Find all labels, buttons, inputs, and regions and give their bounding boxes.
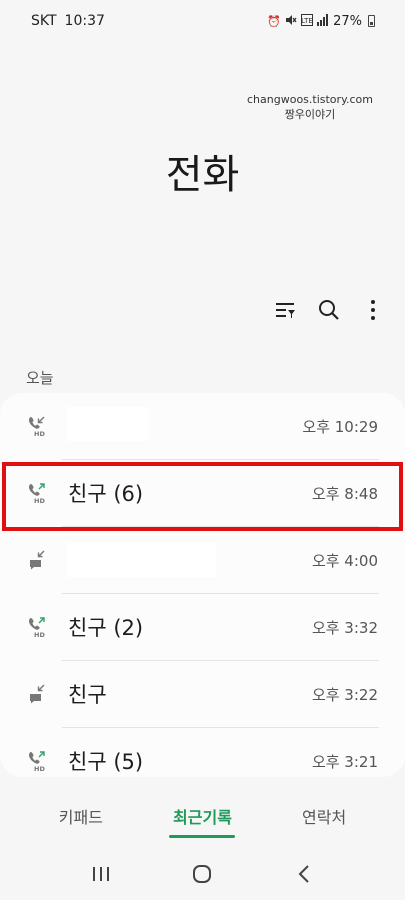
more-icon xyxy=(371,300,375,320)
phone-outgoing-hd-icon: HD xyxy=(28,750,48,773)
battery-icon xyxy=(368,15,375,27)
caller-name: 친구 (5) xyxy=(68,750,144,774)
battery-percent: 27% xyxy=(333,13,362,29)
message-incoming-icon xyxy=(28,683,48,705)
caller-name: 친구 xyxy=(68,683,107,707)
call-time: 오후 3:32 xyxy=(311,618,378,637)
watermark-url: changwoos.tistory.com xyxy=(247,93,373,106)
caller-name: 친구 (2) xyxy=(68,616,144,640)
call-time: 오후 3:21 xyxy=(311,752,378,771)
tab-keypad[interactable]: 키패드 xyxy=(31,792,131,828)
filter-icon xyxy=(276,303,295,318)
call-time: 오후 3:22 xyxy=(311,685,378,704)
call-time: 오후 4:00 xyxy=(311,551,378,570)
call-log-item[interactable]: HD 친구 (5) 오후 3:21 xyxy=(0,728,405,777)
phone-outgoing-hd-icon: HD xyxy=(28,616,48,639)
call-log-item[interactable]: HD 오후 10:29 xyxy=(0,393,405,459)
call-log-item[interactable]: 친구 오후 3:22 xyxy=(0,661,405,727)
carrier-label: SKT xyxy=(31,13,57,29)
call-log-item[interactable]: 오후 4:00 xyxy=(0,527,405,593)
filter-button[interactable] xyxy=(273,292,297,328)
signal-icon xyxy=(317,13,329,29)
watermark: changwoos.tistory.com 짱우이야기 xyxy=(235,92,385,122)
toolbar xyxy=(273,292,385,328)
call-log-list: HD 오후 10:29 HD 친구 (6) 오후 8:48 오후 4:00 HD… xyxy=(0,393,405,777)
tab-recents[interactable]: 최근기록 xyxy=(152,792,252,838)
search-icon xyxy=(319,300,339,320)
call-time: 오후 10:29 xyxy=(302,417,378,436)
home-icon xyxy=(193,865,212,883)
clock: 10:37 xyxy=(64,13,105,29)
recent-apps-icon xyxy=(92,867,109,881)
mute-icon xyxy=(285,14,297,29)
call-log-item[interactable]: HD 친구 (2) 오후 3:32 xyxy=(0,594,405,660)
system-nav-bar xyxy=(0,852,405,896)
svg-text:HD: HD xyxy=(34,430,45,437)
page-title: 전화 xyxy=(165,152,240,198)
highlight-box xyxy=(2,462,403,531)
back-icon xyxy=(298,865,309,883)
section-label-today: 오늘 xyxy=(26,369,54,387)
search-button[interactable] xyxy=(317,292,341,328)
back-button[interactable] xyxy=(284,854,324,894)
bottom-tab-bar: 키패드 최근기록 연락처 xyxy=(0,792,405,838)
redacted-name xyxy=(66,407,148,441)
watermark-name: 짱우이야기 xyxy=(284,108,336,121)
alarm-icon: ⏰ xyxy=(267,14,282,28)
lte-icon: LTE xyxy=(301,13,314,29)
message-incoming-icon xyxy=(28,549,48,571)
svg-text:HD: HD xyxy=(34,765,45,772)
redacted-name xyxy=(66,543,216,577)
home-button[interactable] xyxy=(182,854,222,894)
more-options-button[interactable] xyxy=(361,292,385,328)
svg-text:LTE: LTE xyxy=(301,17,313,25)
recent-apps-button[interactable] xyxy=(81,854,121,894)
tab-contacts[interactable]: 연락처 xyxy=(274,792,374,828)
svg-text:HD: HD xyxy=(34,631,45,638)
status-bar: SKT 10:37 ⏰ LTE 27% xyxy=(0,0,405,42)
phone-incoming-hd-icon: HD xyxy=(28,415,48,438)
